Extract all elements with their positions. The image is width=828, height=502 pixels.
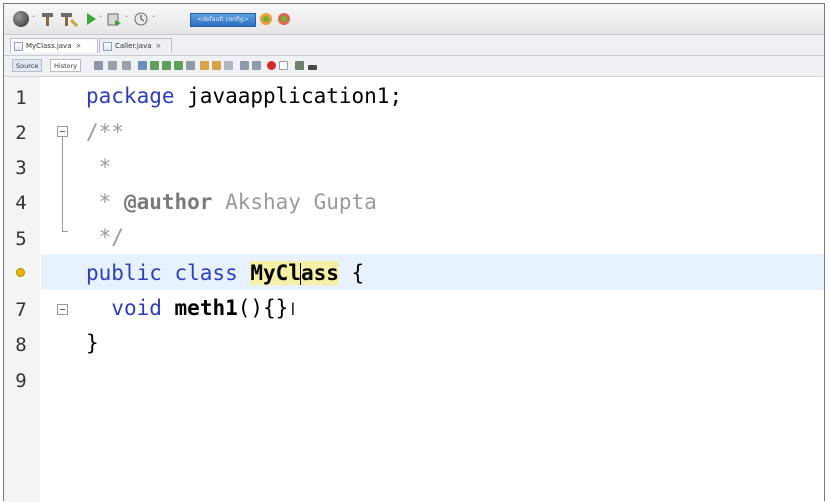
comment-text: Akshay Gupta — [212, 190, 377, 214]
toggle-bookmark-icon[interactable] — [224, 61, 233, 70]
comment-text: * — [86, 190, 124, 214]
class-name-part: MyCl — [250, 261, 301, 285]
code-text: { — [338, 261, 365, 285]
class-name-part: ass — [300, 261, 339, 285]
line-number: 9 — [15, 370, 27, 392]
java-file-icon — [103, 41, 112, 51]
shift-right-icon[interactable] — [252, 61, 261, 70]
gc-icon-2[interactable] — [276, 11, 292, 27]
config-combo[interactable]: <default config> — [190, 13, 256, 27]
comment-text: * — [86, 155, 112, 179]
keyword: package — [86, 84, 175, 108]
ide-window: · · · · <default config> MyClass.java × … — [3, 3, 825, 502]
javadoc-tag: @author — [123, 190, 213, 214]
history-tab[interactable]: History — [50, 59, 82, 72]
collapse-fold-icon[interactable] — [57, 126, 68, 137]
hint-bulb-icon[interactable] — [17, 269, 24, 276]
globe-icon[interactable] — [13, 11, 29, 27]
close-icon[interactable]: × — [156, 42, 162, 50]
uncomment-icon[interactable] — [308, 65, 317, 70]
line-number: 7 — [15, 299, 27, 321]
editor-toolbar: Source History — [4, 56, 824, 77]
line-number: 1 — [15, 87, 27, 109]
run-icon[interactable] — [84, 11, 98, 27]
forward-icon[interactable] — [122, 61, 131, 70]
tab-caller[interactable]: Caller.java × — [99, 38, 172, 53]
code-line-6[interactable]: public class MyClass { — [86, 261, 364, 285]
profile-dropdown-icon[interactable]: · — [152, 12, 155, 23]
code-line-7[interactable]: void meth1(){} I — [86, 296, 295, 320]
dropdown-arrow-icon[interactable]: · — [32, 12, 35, 23]
keyword: public — [86, 261, 162, 285]
comment-icon[interactable] — [295, 61, 304, 70]
stop-macro-icon[interactable] — [279, 61, 288, 70]
editor-tabs: MyClass.java × Caller.java × — [4, 35, 824, 56]
toggle-highlight-icon[interactable] — [186, 61, 195, 70]
find-next-icon[interactable] — [162, 61, 171, 70]
method-name: meth1 — [174, 296, 238, 320]
line-number: 3 — [15, 157, 27, 179]
profile-icon[interactable] — [133, 11, 149, 27]
gc-icon[interactable] — [258, 11, 274, 27]
fold-end-marker — [62, 231, 68, 232]
i-beam-cursor-icon: I — [290, 300, 296, 320]
comment-text: /** — [86, 120, 124, 144]
code-line-5[interactable]: */ — [86, 225, 124, 249]
hammer-icon[interactable] — [40, 11, 56, 27]
main-toolbar: · · · · <default config> — [4, 4, 824, 35]
tab-label: Caller.java — [115, 42, 152, 50]
keyword: void — [111, 296, 162, 320]
line-number: 4 — [15, 192, 27, 214]
code-line-4[interactable]: * @author Akshay Gupta — [86, 190, 377, 214]
previous-bookmark-icon[interactable] — [200, 61, 209, 70]
code-text: } — [86, 331, 99, 355]
line-number: 8 — [15, 334, 27, 356]
code-line-2[interactable]: /** — [86, 120, 124, 144]
code-line-8[interactable]: } — [86, 331, 99, 355]
debug-dropdown-icon[interactable]: · — [125, 12, 128, 23]
back-icon[interactable] — [108, 61, 117, 70]
comment-text: */ — [86, 225, 124, 249]
line-number: 5 — [15, 228, 27, 250]
line-number: 2 — [15, 122, 27, 144]
shift-left-icon[interactable] — [240, 61, 249, 70]
find-icon[interactable] — [138, 61, 147, 70]
tab-myclass[interactable]: MyClass.java × — [10, 38, 98, 53]
record-macro-icon[interactable] — [267, 61, 276, 70]
next-bookmark-icon[interactable] — [212, 61, 221, 70]
fold-guide-line — [62, 137, 63, 231]
code-text: (){} — [237, 296, 289, 320]
class-name: MyClass — [250, 261, 339, 285]
keyword: class — [161, 261, 238, 285]
tab-label: MyClass.java — [26, 42, 72, 50]
run-dropdown-icon[interactable]: · — [99, 12, 102, 23]
code-text: javaapplication1; — [174, 84, 403, 108]
last-edit-icon[interactable] — [94, 61, 103, 70]
clean-build-icon[interactable] — [60, 11, 78, 27]
find-selection-icon[interactable] — [174, 61, 183, 70]
collapse-fold-icon[interactable] — [57, 304, 68, 315]
java-file-icon — [14, 41, 23, 51]
source-tab[interactable]: Source — [12, 59, 43, 72]
code-line-3[interactable]: * — [86, 155, 112, 179]
code-line-1[interactable]: package javaapplication1; — [86, 84, 402, 108]
close-icon[interactable]: × — [76, 42, 82, 50]
debug-icon[interactable] — [106, 11, 122, 27]
find-previous-icon[interactable] — [150, 61, 159, 70]
